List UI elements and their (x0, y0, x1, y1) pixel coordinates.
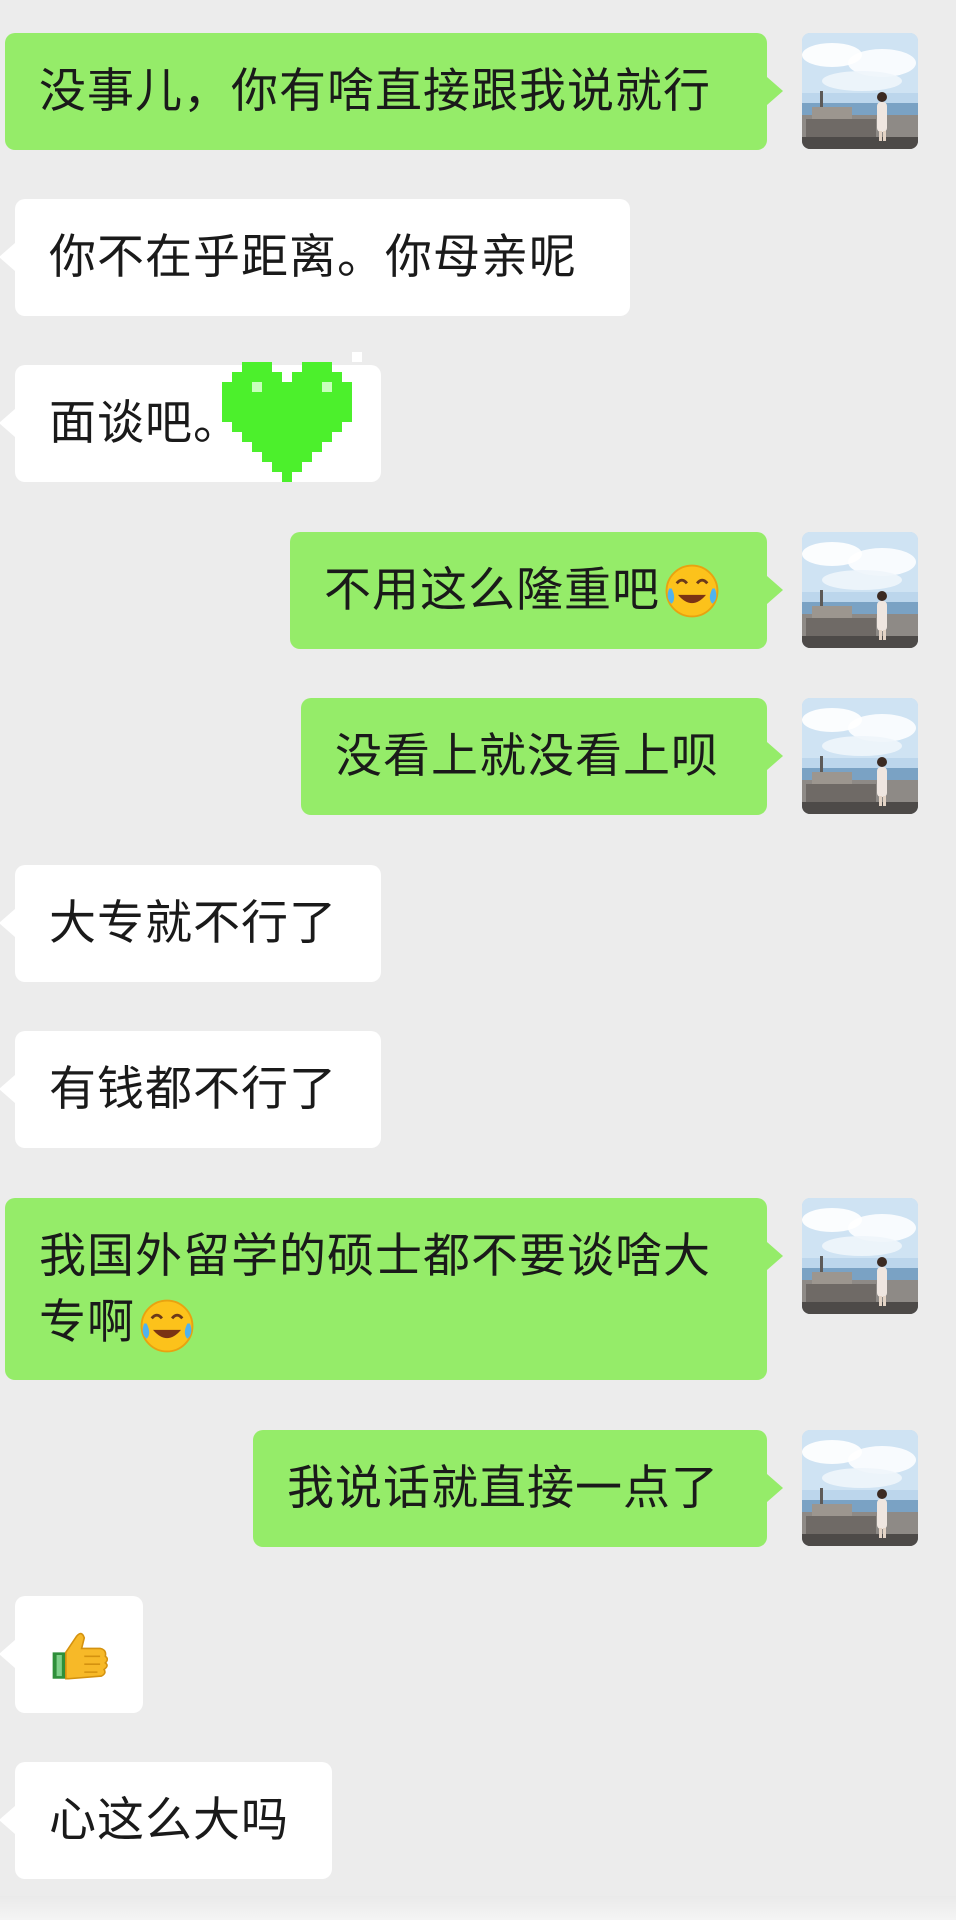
message-bubble-received[interactable] (0, 1596, 143, 1713)
avatar[interactable] (802, 532, 918, 648)
avatar[interactable] (802, 33, 918, 149)
message-text: 有钱都不行了 (49, 1061, 337, 1117)
avatar-seaside-photo-icon (802, 1430, 918, 1546)
message-text-line-2: 专啊 (39, 1290, 195, 1356)
message-text: 不用这么隆重吧 (324, 562, 660, 618)
avatar[interactable] (802, 698, 918, 814)
message-bubble-received[interactable]: 有钱都不行了 (0, 1031, 381, 1148)
tears-of-joy-emoji-icon (665, 563, 719, 618)
message-bubble-sent[interactable]: 不用这么隆重吧 (290, 532, 783, 649)
message-text: 大专就不行了 (49, 895, 337, 951)
avatar-seaside-photo-icon (802, 33, 918, 149)
avatar[interactable] (802, 1198, 918, 1314)
message-bubble-sent[interactable]: 我说话就直接一点了 (253, 1430, 783, 1547)
message-text: 你不在乎距离。你母亲呢 (49, 229, 577, 285)
avatar-seaside-photo-icon (802, 1198, 918, 1314)
message-text: 没看上就没看上呗 (335, 728, 719, 784)
message-bubble-received[interactable]: 大专就不行了 (0, 865, 381, 982)
message-bubble-received[interactable]: 心这么大吗 (0, 1762, 332, 1879)
message-bubble-sent[interactable]: 没看上就没看上呗 (301, 698, 783, 815)
avatar-seaside-photo-icon (802, 698, 918, 814)
message-text: 没事儿，你有啥直接跟我说就行 (39, 63, 711, 119)
thumbs-up-emoji-icon (52, 1632, 108, 1680)
green-pixel-heart-sticker-icon (222, 352, 362, 482)
message-text-line-2-text: 专啊 (39, 1295, 135, 1350)
message-bubble-sent[interactable]: 我国外留学的硕士都不要谈啥大 专啊 (5, 1198, 783, 1380)
message-text: 面谈吧。 (49, 395, 241, 451)
avatar-seaside-photo-icon (802, 532, 918, 648)
bottom-edge (0, 1896, 956, 1920)
message-text: 心这么大吗 (49, 1792, 289, 1848)
message-bubble-received[interactable]: 你不在乎距离。你母亲呢 (0, 199, 630, 316)
tears-of-joy-emoji-icon (140, 1298, 194, 1353)
message-bubble-sent[interactable]: 没事儿，你有啥直接跟我说就行 (5, 33, 783, 150)
avatar[interactable] (802, 1430, 918, 1546)
message-text: 我说话就直接一点了 (287, 1460, 719, 1516)
message-text-line-1: 我国外留学的硕士都不要谈啥大 (39, 1229, 711, 1284)
